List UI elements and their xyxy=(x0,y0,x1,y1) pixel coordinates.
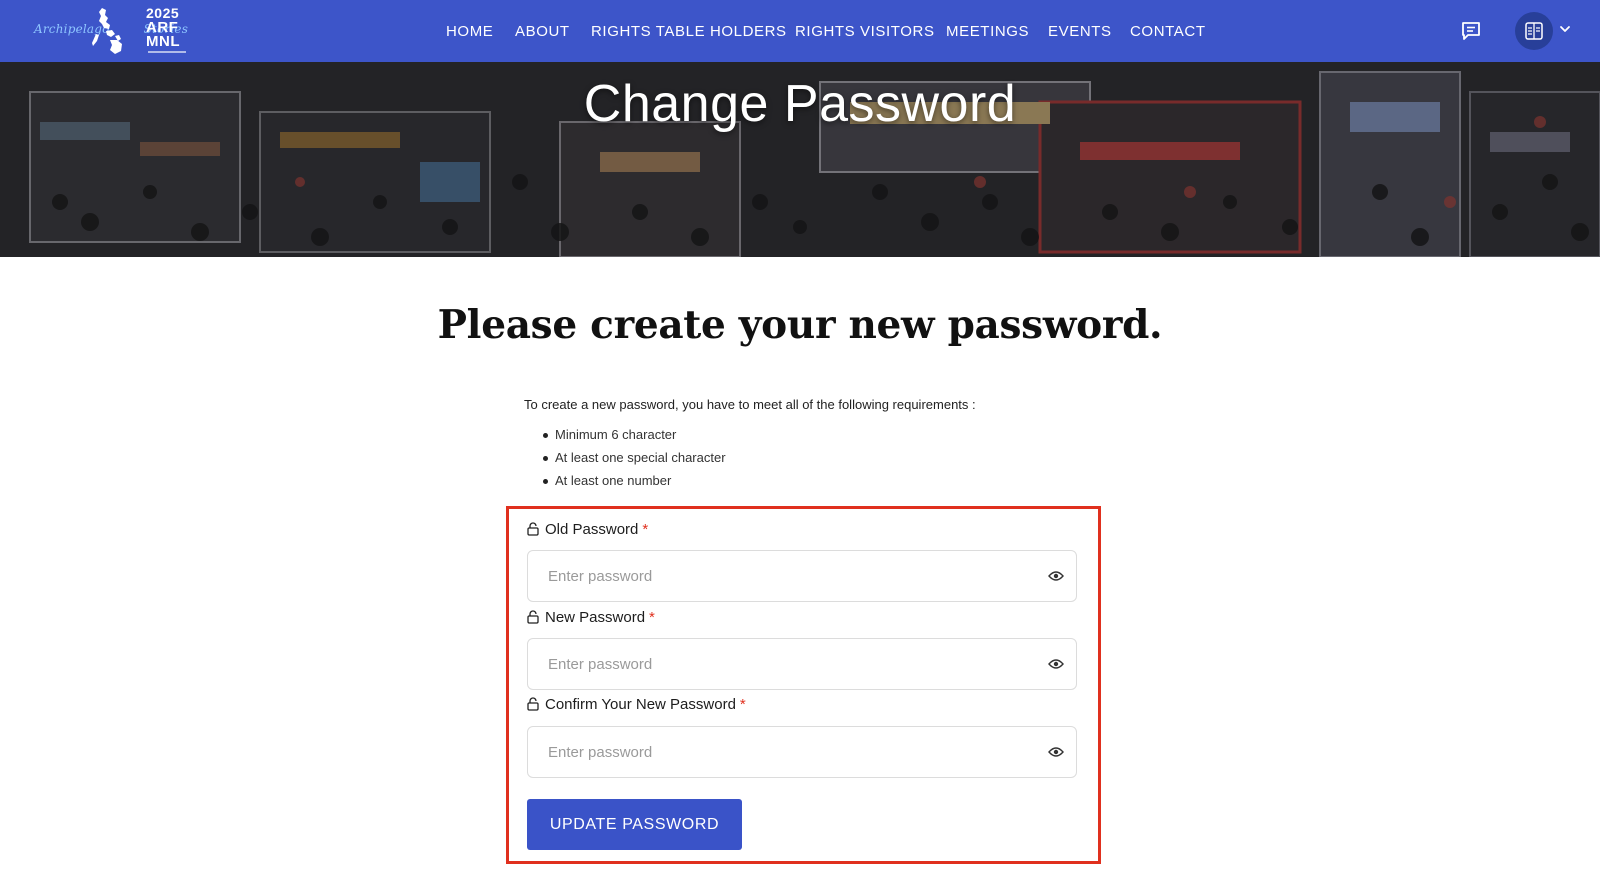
eye-icon[interactable] xyxy=(1048,746,1064,758)
nav-about[interactable]: ABOUT xyxy=(515,23,570,40)
top-navigation-bar: Archipelago Stories 2025 ARF MNL HOME ABOU… xyxy=(0,0,1600,62)
page-title: Change Password xyxy=(583,75,1017,133)
avatar[interactable] xyxy=(1515,12,1553,50)
main-nav: HOME ABOUT RIGHTS TABLE HOLDERS RIGHTS V… xyxy=(0,0,1600,62)
messages-button[interactable] xyxy=(1459,19,1483,43)
hero-banner: Change Password xyxy=(0,62,1600,257)
section-heading: Please create your new password. xyxy=(437,302,1163,348)
confirm-password-label: Confirm Your New Password * xyxy=(527,696,746,713)
nav-events[interactable]: EVENTS xyxy=(1048,23,1112,40)
requirement-special-char: At least one special character xyxy=(542,450,726,473)
lock-icon xyxy=(527,522,539,536)
nav-rights-table-holders[interactable]: RIGHTS TABLE HOLDERS xyxy=(591,23,787,40)
new-password-field xyxy=(527,638,1077,690)
requirements-list: Minimum 6 character At least one special… xyxy=(542,427,726,496)
lock-icon xyxy=(527,697,539,711)
requirements-intro: To create a new password, you have to me… xyxy=(524,397,976,412)
confirm-password-field xyxy=(527,726,1077,778)
nav-home[interactable]: HOME xyxy=(446,23,493,40)
old-password-input[interactable] xyxy=(528,551,1076,601)
change-password-form: Old Password * New Password * Confirm Yo… xyxy=(506,506,1101,864)
new-password-label: New Password * xyxy=(527,609,655,626)
nav-contact[interactable]: CONTACT xyxy=(1130,23,1206,40)
nav-rights-visitors[interactable]: RIGHTS VISITORS xyxy=(795,23,935,40)
confirm-password-input[interactable] xyxy=(528,727,1076,777)
requirement-min-length: Minimum 6 character xyxy=(542,427,726,450)
nav-meetings[interactable]: MEETINGS xyxy=(946,23,1029,40)
update-password-button[interactable]: UPDATE PASSWORD xyxy=(527,799,742,850)
eye-icon[interactable] xyxy=(1048,658,1064,670)
old-password-field xyxy=(527,550,1077,602)
chevron-down-icon xyxy=(1560,26,1570,32)
old-password-label: Old Password * xyxy=(527,521,648,538)
requirement-number: At least one number xyxy=(542,473,726,496)
eye-icon[interactable] xyxy=(1048,570,1064,582)
profile-menu-toggle[interactable] xyxy=(1515,12,1575,52)
message-icon xyxy=(1462,22,1480,40)
new-password-input[interactable] xyxy=(528,639,1076,689)
book-grid-icon xyxy=(1525,22,1543,40)
lock-icon xyxy=(527,610,539,624)
